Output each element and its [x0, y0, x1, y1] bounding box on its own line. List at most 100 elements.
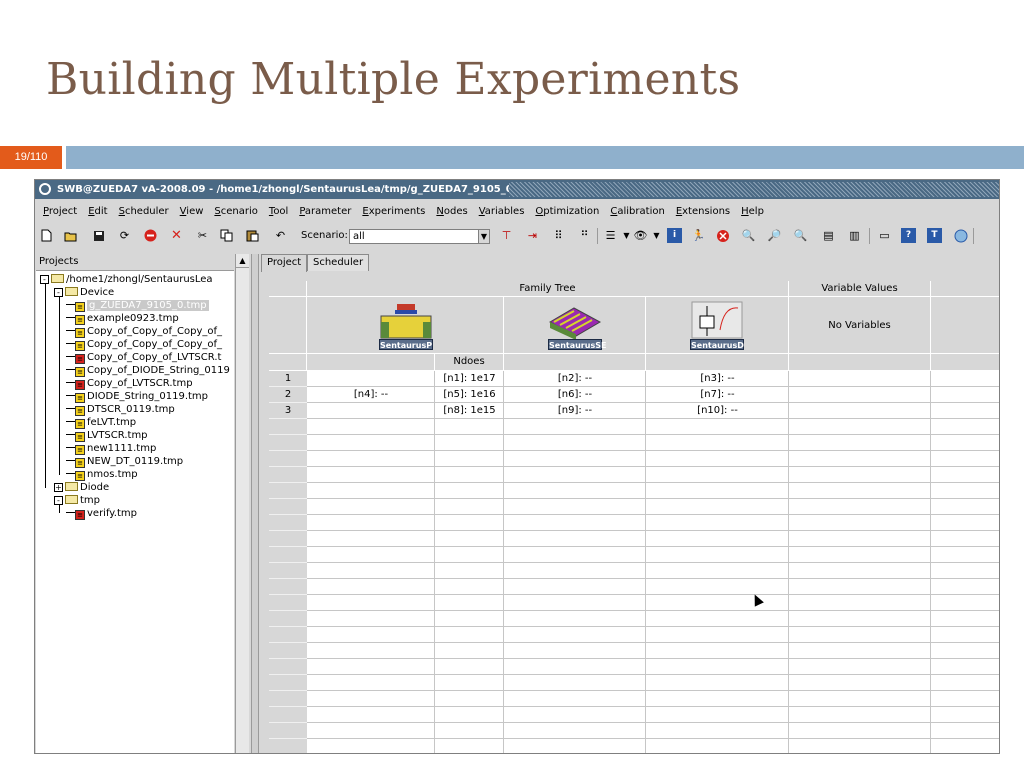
tree-item[interactable]: ≡ g_ZUEDA7_9105_0.tmp	[66, 299, 209, 312]
expand-icon[interactable]: +	[54, 483, 63, 492]
tool-sse-column[interactable]: SentaurusSE	[504, 297, 646, 354]
run-icon[interactable]: 🏃	[691, 228, 706, 243]
row-header[interactable]	[269, 675, 307, 691]
row-header[interactable]	[269, 659, 307, 675]
scenario-dropdown-arrow-icon[interactable]: ▼	[478, 229, 490, 244]
cell-n7[interactable]: [n7]: --	[646, 387, 789, 403]
tree-item[interactable]: ≡ nmos.tmp	[66, 468, 138, 481]
paste-icon[interactable]	[245, 228, 260, 243]
new-file-icon[interactable]	[39, 228, 54, 243]
row-header[interactable]	[269, 531, 307, 547]
node-menu-icon[interactable]: ☰	[603, 228, 618, 243]
row-header[interactable]: 3	[269, 403, 307, 419]
menu-experiments[interactable]: Experiments	[362, 202, 425, 222]
collapse-icon[interactable]: -	[54, 496, 63, 505]
stop-icon[interactable]	[143, 228, 158, 243]
copy-icon[interactable]	[219, 228, 234, 243]
menu-edit[interactable]: Edit	[88, 202, 107, 222]
cell-n5[interactable]: [n5]: 1e16	[435, 387, 504, 403]
row-header[interactable]: 2	[269, 387, 307, 403]
tree-item[interactable]: -/home1/zhongl/SentaurusLea	[40, 273, 213, 286]
cell-n3[interactable]: [n3]: --	[646, 371, 789, 387]
menu-help[interactable]: Help	[741, 202, 764, 222]
menu-project[interactable]: Project	[43, 202, 77, 222]
cell-n10[interactable]: [n10]: --	[646, 403, 789, 419]
cell-n9[interactable]: [n9]: --	[504, 403, 646, 419]
text-icon[interactable]: T	[927, 228, 942, 243]
save-icon[interactable]	[91, 228, 106, 243]
tree-item[interactable]: ≡ verify.tmp	[66, 507, 137, 520]
row-header[interactable]	[269, 483, 307, 499]
undo-icon[interactable]: ↶	[273, 228, 288, 243]
add-experiment-icon[interactable]: ⠿	[551, 228, 566, 243]
tree-item[interactable]: ≡ example0923.tmp	[66, 312, 179, 325]
tree-item[interactable]: ≡ NEW_DT_0119.tmp	[66, 455, 183, 468]
zoom-reset-icon[interactable]: 🔍	[793, 228, 808, 243]
abort-icon[interactable]	[715, 228, 730, 243]
cell-n4[interactable]: [n4]: --	[307, 387, 435, 403]
menu-scenario[interactable]: Scenario	[214, 202, 257, 222]
row-header[interactable]	[269, 515, 307, 531]
menu-nodes[interactable]: Nodes	[436, 202, 467, 222]
row-header[interactable]	[269, 739, 307, 753]
tool-sdevice-column[interactable]: SentaurusD	[646, 297, 789, 354]
collapse-icon[interactable]: -	[54, 288, 63, 297]
delete-x-icon[interactable]: ✕	[169, 228, 184, 243]
scenario-select[interactable]: all	[349, 229, 490, 244]
row-header[interactable]	[269, 643, 307, 659]
tree-item[interactable]: ≡ Copy_of_Copy_of_Copy_of_	[66, 338, 222, 351]
zoom-out-icon[interactable]: 🔎	[767, 228, 782, 243]
remove-experiment-icon[interactable]: ⠛	[577, 228, 592, 243]
menu-parameter[interactable]: Parameter	[299, 202, 351, 222]
row-header[interactable]	[269, 691, 307, 707]
panel-splitter[interactable]	[251, 254, 259, 753]
tool-sprocess-column[interactable]: SentaurusP	[307, 297, 504, 354]
cell-n2[interactable]: [n2]: --	[504, 371, 646, 387]
tree-item[interactable]: ≡ Copy_of_DIODE_String_0119	[66, 364, 230, 377]
add-parameter-icon[interactable]: ⊤	[499, 228, 514, 243]
cell-n6[interactable]: [n6]: --	[504, 387, 646, 403]
row-header[interactable]	[269, 547, 307, 563]
row-header[interactable]	[269, 467, 307, 483]
remove-parameter-icon[interactable]: ⇥	[525, 228, 540, 243]
refresh-circle-icon[interactable]	[953, 228, 968, 243]
tree-item[interactable]: ≡ DIODE_String_0119.tmp	[66, 390, 208, 403]
row-header[interactable]	[269, 611, 307, 627]
tree-item[interactable]: ≡ feLVT.tmp	[66, 416, 136, 429]
tree-item[interactable]: ≡ DTSCR_0119.tmp	[66, 403, 175, 416]
row-header[interactable]	[269, 627, 307, 643]
tree-item[interactable]: - Device	[54, 286, 114, 299]
scroll-up-icon[interactable]: ▲	[236, 254, 249, 268]
row-header[interactable]	[269, 707, 307, 723]
row-header[interactable]	[269, 563, 307, 579]
cut-icon[interactable]: ✂	[195, 228, 210, 243]
tab-scheduler[interactable]: Scheduler	[307, 254, 370, 271]
window-menu-icon[interactable]	[39, 183, 51, 195]
tree-item[interactable]: ≡ new1111.tmp	[66, 442, 156, 455]
menu-variables[interactable]: Variables	[479, 202, 525, 222]
row-header[interactable]: 1	[269, 371, 307, 387]
collapse-icon[interactable]: -	[40, 275, 49, 284]
row-header[interactable]	[269, 579, 307, 595]
tree-item[interactable]: + Diode	[54, 481, 109, 494]
row-header[interactable]	[269, 419, 307, 435]
zoom-in-icon[interactable]: 🔍	[741, 228, 756, 243]
extract-icon[interactable]: ▤	[821, 228, 836, 243]
page-icon[interactable]: ▥	[847, 228, 862, 243]
terminal-icon[interactable]: ▭	[877, 228, 892, 243]
refresh-icon[interactable]: ⟳	[117, 228, 132, 243]
menu-extensions[interactable]: Extensions	[676, 202, 730, 222]
row-header[interactable]	[269, 435, 307, 451]
menu-scheduler[interactable]: Scheduler	[119, 202, 169, 222]
info-icon[interactable]: i	[667, 228, 682, 243]
tree-item[interactable]: ≡ Copy_of_LVTSCR.tmp	[66, 377, 193, 390]
menu-optimization[interactable]: Optimization	[535, 202, 599, 222]
view-menu-arrow-icon[interactable]: ▼	[649, 228, 664, 243]
window-titlebar[interactable]: SWB@ZUEDA7 vA-2008.09 - /home1/zhongl/Se…	[35, 180, 999, 199]
menu-tool[interactable]: Tool	[269, 202, 288, 222]
tree-item[interactable]: ≡ Copy_of_Copy_of_Copy_of_	[66, 325, 222, 338]
tree-item[interactable]: ≡ Copy_of_Copy_of_LVTSCR.t	[66, 351, 221, 364]
row-header[interactable]	[269, 499, 307, 515]
row-header[interactable]	[269, 595, 307, 611]
row-header[interactable]	[269, 451, 307, 467]
